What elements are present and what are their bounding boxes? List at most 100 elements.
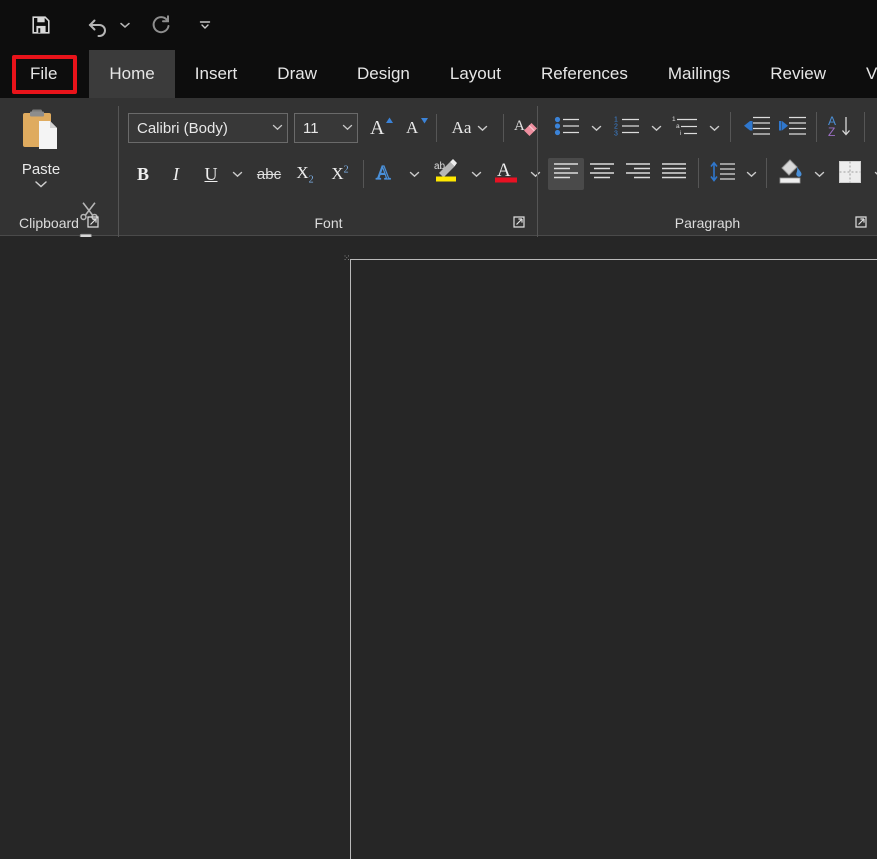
clipboard-dialog-launcher-icon[interactable]: [85, 215, 101, 231]
document-workspace[interactable]: ⁙: [0, 237, 877, 834]
shading-chevron-down-icon[interactable]: [808, 158, 830, 190]
ribbon-group-clipboard: Paste: [0, 98, 120, 236]
borders-button[interactable]: [832, 158, 868, 190]
font-size-combobox[interactable]: 11: [294, 113, 358, 143]
svg-text:1: 1: [614, 116, 618, 123]
bullets-chevron-down-icon[interactable]: [585, 112, 607, 144]
underline-chevron-down-icon[interactable]: [226, 158, 248, 190]
change-case-button[interactable]: Aa: [442, 112, 498, 144]
shading-icon: [775, 157, 805, 190]
svg-text:1: 1: [672, 116, 676, 123]
bold-button[interactable]: B: [128, 158, 158, 190]
superscript-button[interactable]: X2: [323, 158, 357, 190]
underline-button[interactable]: U: [196, 158, 226, 190]
borders-icon: [838, 160, 862, 189]
line-spacing-button[interactable]: [704, 158, 740, 190]
sort-button[interactable]: A Z: [823, 112, 859, 144]
strikethrough-button[interactable]: abc: [252, 158, 286, 190]
align-center-button[interactable]: [584, 158, 620, 190]
tab-insert[interactable]: Insert: [175, 50, 258, 98]
customize-quick-access-icon[interactable]: [196, 8, 214, 42]
tab-layout-label: Layout: [450, 64, 501, 84]
change-case-chevron-down-icon[interactable]: [477, 119, 488, 137]
subscript-base: X: [296, 163, 308, 182]
highlighter-icon: ab: [431, 157, 461, 190]
font-name-chevron-down-icon[interactable]: [267, 123, 287, 134]
superscript-base: X: [331, 164, 343, 183]
superscript-suffix: 2: [344, 164, 349, 175]
grow-font-button[interactable]: A: [364, 112, 397, 144]
tab-references[interactable]: References: [521, 50, 648, 98]
tab-layout[interactable]: Layout: [430, 50, 521, 98]
increase-indent-button[interactable]: [774, 112, 810, 144]
align-right-button[interactable]: [620, 158, 656, 190]
undo-icon[interactable]: [82, 8, 116, 42]
tab-design[interactable]: Design: [337, 50, 430, 98]
font-size-value: 11: [295, 120, 337, 137]
align-left-button[interactable]: [548, 158, 584, 190]
borders-chevron-down-icon[interactable]: [868, 158, 877, 190]
save-icon[interactable]: [24, 8, 58, 42]
tab-draw[interactable]: Draw: [257, 50, 337, 98]
numbering-button[interactable]: 1 2 3: [610, 112, 644, 144]
document-page[interactable]: [350, 259, 877, 859]
paste-button[interactable]: Paste: [8, 102, 74, 194]
undo-dropdown-icon[interactable]: [116, 8, 134, 42]
strikethrough-icon: abc: [257, 166, 281, 183]
font-name-combobox[interactable]: Calibri (Body): [128, 113, 288, 143]
tab-file[interactable]: File: [12, 50, 75, 98]
font-size-chevron-down-icon[interactable]: [337, 123, 357, 134]
text-effects-chevron-down-icon[interactable]: [403, 158, 425, 190]
underline-icon: U: [205, 164, 218, 185]
paste-icon: [19, 108, 63, 159]
multilevel-list-button[interactable]: 1 a i: [668, 112, 702, 144]
subscript-button[interactable]: X2: [288, 158, 322, 190]
font-color-button[interactable]: A: [488, 156, 524, 190]
justify-button[interactable]: [656, 158, 692, 190]
sort-icon: A Z: [827, 114, 855, 143]
tab-file-label: File: [30, 64, 57, 84]
font-dialog-launcher-icon[interactable]: [511, 215, 527, 231]
line-spacing-chevron-down-icon[interactable]: [740, 158, 762, 190]
tab-review[interactable]: Review: [750, 50, 846, 98]
svg-text:A: A: [376, 162, 391, 184]
paste-dropdown-icon[interactable]: [34, 180, 48, 188]
shrink-font-icon: A: [403, 114, 429, 143]
font-separator: [363, 160, 364, 188]
tab-review-label: Review: [770, 64, 826, 84]
multilevel-list-chevron-down-icon[interactable]: [703, 112, 725, 144]
align-left-icon: [553, 162, 579, 187]
tab-home[interactable]: Home: [89, 50, 174, 98]
shading-button[interactable]: [772, 156, 808, 190]
redo-icon[interactable]: [144, 8, 178, 42]
tab-insert-label: Insert: [195, 64, 238, 84]
numbering-icon: 1 2 3: [614, 115, 640, 142]
tab-view[interactable]: V: [846, 50, 877, 98]
decrease-indent-icon: [742, 115, 770, 142]
ribbon-group-font: Calibri (Body) 11 A A: [120, 98, 537, 236]
text-highlight-chevron-down-icon[interactable]: [465, 158, 487, 190]
text-effects-button[interactable]: A: [368, 158, 402, 190]
ribbon-group-paragraph: 1 2 3 1 a i: [538, 98, 877, 236]
bullets-button[interactable]: [550, 112, 584, 144]
paragraph-dialog-launcher-icon[interactable]: [853, 215, 869, 231]
clear-formatting-icon: A: [513, 114, 539, 143]
tab-mailings[interactable]: Mailings: [648, 50, 750, 98]
clipboard-group-label-text: Clipboard: [19, 215, 79, 231]
paste-button-label: Paste: [22, 161, 60, 178]
justify-icon: [661, 162, 687, 187]
svg-text:3: 3: [614, 130, 618, 137]
svg-text:A: A: [370, 117, 385, 138]
paragraph-separator: [864, 112, 865, 142]
italic-button[interactable]: I: [161, 158, 191, 190]
line-spacing-icon: [708, 161, 736, 188]
text-highlight-color-button[interactable]: ab: [428, 156, 464, 190]
numbering-chevron-down-icon[interactable]: [645, 112, 667, 144]
svg-text:A: A: [514, 118, 525, 134]
show-formatting-marks-button[interactable]: ¶: [868, 112, 877, 144]
decrease-indent-button[interactable]: [738, 112, 774, 144]
subscript-icon: X2: [296, 163, 313, 185]
shrink-font-button[interactable]: A: [399, 112, 432, 144]
italic-icon: I: [173, 164, 179, 185]
ribbon: Paste: [0, 98, 877, 236]
